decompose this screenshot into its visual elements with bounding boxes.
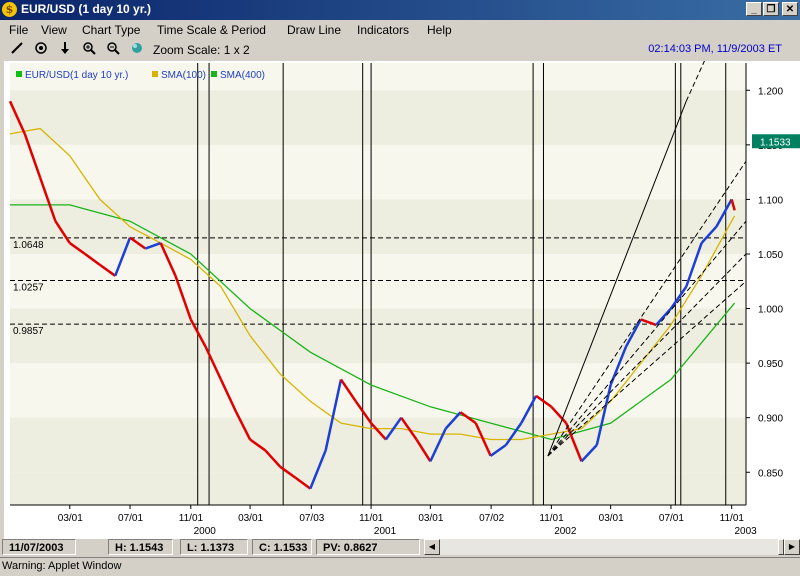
- level-label: 1.0257: [13, 283, 44, 294]
- menu-file[interactable]: File: [9, 23, 28, 37]
- status-pv: PV: 0.8627: [316, 539, 420, 555]
- menu-indicators[interactable]: Indicators: [357, 23, 409, 37]
- legend-swatch: [16, 71, 22, 77]
- minimize-button[interactable]: _: [746, 2, 762, 16]
- status-low: L: 1.1373: [180, 539, 248, 555]
- zoom-scale-label: Zoom Scale: 1 x 2: [153, 43, 250, 57]
- x-tick-label: 11/01: [720, 513, 745, 524]
- menu-time-scale[interactable]: Time Scale & Period: [157, 23, 266, 37]
- status-high: H: 1.1543: [108, 539, 173, 555]
- toolbar: Zoom Scale: 1 x 2 02:14:03 PM, 11/9/2003…: [0, 40, 800, 59]
- clock-label: 02:14:03 PM, 11/9/2003 ET: [648, 43, 782, 55]
- grid-band: [10, 90, 746, 145]
- x-tick-label: 03/01: [238, 513, 263, 524]
- last-value-label: 1.1533: [760, 137, 791, 148]
- legend-swatch: [211, 71, 217, 77]
- y-tick-label: 0.850: [758, 468, 783, 479]
- horizontal-scrollbar[interactable]: ◀ ▶: [424, 539, 800, 555]
- menu-help[interactable]: Help: [427, 23, 452, 37]
- scroll-right-icon[interactable]: ▶: [784, 539, 800, 555]
- window-title: EUR/USD (1 day 10 yr.): [21, 2, 152, 16]
- legend-swatch: [152, 71, 158, 77]
- menu-view[interactable]: View: [41, 23, 67, 37]
- scroll-left-icon[interactable]: ◀: [424, 539, 440, 555]
- target-icon[interactable]: [32, 41, 50, 57]
- chart-area[interactable]: 1.0648 1.0257 0.9857 0.850 0.900 0.950 1.000 1…: [4, 61, 800, 539]
- y-tick-label: 1.000: [758, 305, 783, 316]
- x-tick-label: 07/02: [479, 513, 504, 524]
- status-date: 11/07/2003: [2, 539, 76, 555]
- close-button[interactable]: ✕: [782, 2, 798, 16]
- y-tick-label: 1.200: [758, 86, 783, 97]
- price-chart[interactable]: 1.0648 1.0257 0.9857 0.850 0.900 0.950 1.000 1…: [4, 61, 800, 539]
- grid-band: [10, 417, 746, 473]
- x-tick-label: 03/01: [418, 513, 443, 524]
- x-tick-label: 03/01: [599, 513, 624, 524]
- download-arrow-icon[interactable]: [56, 41, 74, 57]
- x-tick-label: 07/01: [118, 513, 143, 524]
- level-label: 1.0648: [13, 240, 44, 251]
- y-tick-label: 0.950: [758, 359, 783, 370]
- year-label: 2001: [374, 526, 397, 537]
- level-label: 0.9857: [13, 326, 44, 337]
- applet-warning: Warning: Applet Window: [0, 557, 800, 576]
- legend-label: SMA(100): [161, 70, 206, 81]
- grid-band: [10, 472, 746, 505]
- globe-icon[interactable]: [128, 41, 146, 57]
- year-label: 2002: [554, 526, 577, 537]
- x-tick-label: 11/01: [359, 513, 384, 524]
- title-bar: $ EUR/USD (1 day 10 yr.) _ ❐ ✕: [0, 0, 800, 20]
- zoom-out-icon[interactable]: [104, 41, 122, 57]
- year-label: 2003: [734, 526, 757, 537]
- draw-line-icon[interactable]: [8, 41, 26, 57]
- status-bar: 11/07/2003 H: 1.1543 L: 1.1373 C: 1.1533…: [0, 539, 800, 557]
- app-icon: $: [2, 2, 17, 17]
- y-tick-label: 1.050: [758, 250, 783, 261]
- x-tick-label: 11/01: [539, 513, 564, 524]
- y-tick-label: 1.100: [758, 195, 783, 206]
- status-close: C: 1.1533: [252, 539, 312, 555]
- year-label: 2000: [194, 526, 217, 537]
- x-tick-label: 07/01: [659, 513, 684, 524]
- x-tick-label: 07/03: [299, 513, 324, 524]
- menu-draw-line[interactable]: Draw Line: [287, 23, 341, 37]
- restore-button[interactable]: ❐: [763, 2, 779, 16]
- legend-label: SMA(400): [220, 70, 265, 81]
- grid-band: [10, 308, 746, 364]
- x-tick-label: 03/01: [58, 513, 83, 524]
- menu-chart-type[interactable]: Chart Type: [82, 23, 140, 37]
- menu-bar: File View Chart Type Time Scale & Period…: [0, 20, 800, 40]
- legend-label: EUR/USD(1 day 10 yr.): [25, 70, 128, 81]
- grid-band: [10, 199, 746, 254]
- y-tick-label: 0.900: [758, 414, 783, 425]
- x-tick-label: 11/01: [179, 513, 204, 524]
- zoom-in-icon[interactable]: [80, 41, 98, 57]
